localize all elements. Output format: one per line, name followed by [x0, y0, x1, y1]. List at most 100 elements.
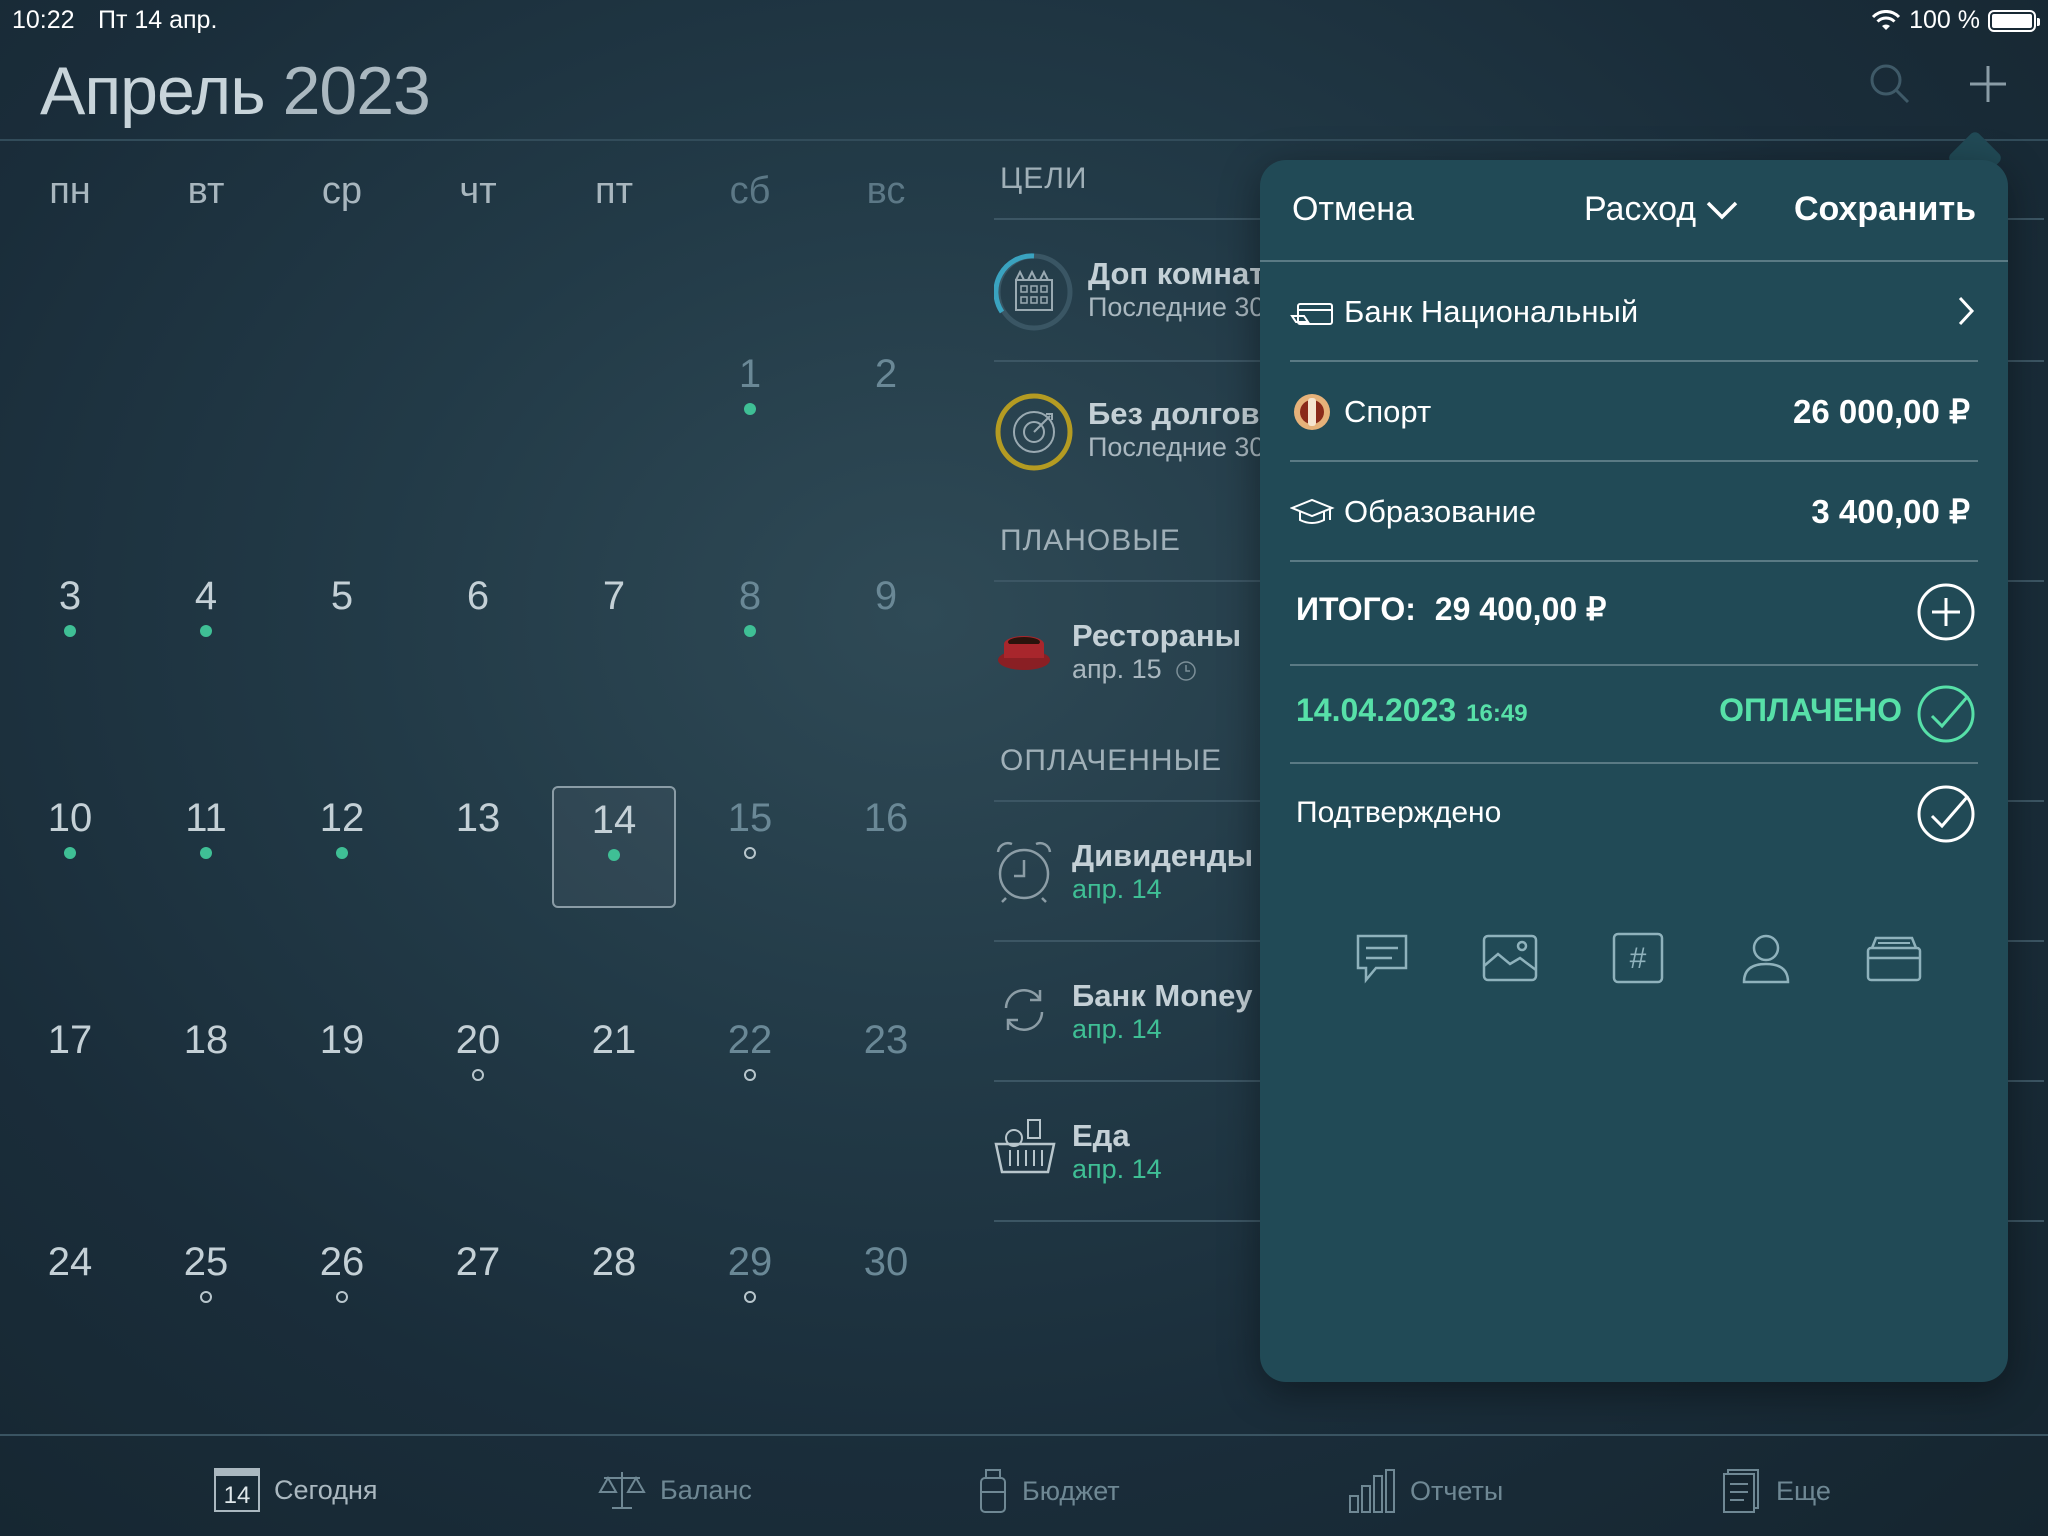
day-number: 3	[58, 574, 82, 618]
calendar-day-today[interactable]: 14	[552, 786, 676, 908]
category-row[interactable]: Образование 3 400,00 ₽	[1290, 462, 1978, 560]
calendar-day[interactable]: 16	[824, 786, 948, 908]
category-row[interactable]: Спорт 26 000,00 ₽	[1290, 362, 1978, 460]
calendar-day[interactable]: 7	[552, 564, 676, 686]
tab-label: Бюджет	[1022, 1475, 1120, 1506]
alarm-clock-icon	[996, 841, 1052, 903]
jar-icon	[980, 1469, 1006, 1513]
tab-label: Отчеты	[1410, 1475, 1504, 1506]
calendar-day[interactable]: 19	[280, 1008, 404, 1130]
tab-balance[interactable]: Баланс	[598, 1468, 752, 1512]
add-split-button[interactable]	[1916, 582, 1976, 642]
date-picker[interactable]: 14.04.2023 16:49	[1296, 692, 1528, 729]
calendar-day[interactable]: 26	[280, 1230, 404, 1352]
tab-today[interactable]: 14 Сегодня	[214, 1468, 377, 1512]
planned-dot	[200, 1291, 212, 1303]
paid-title: Дивиденды	[1072, 838, 1254, 873]
status-date: Пт 14 апр.	[98, 6, 218, 34]
calendar-day[interactable]: 24	[8, 1230, 132, 1352]
calendar-day[interactable]: 9	[824, 564, 948, 686]
person-icon[interactable]	[1736, 930, 1796, 986]
wallet-card-icon	[1290, 303, 1333, 325]
document-icon	[1723, 1469, 1759, 1513]
calendar-day[interactable]: 23	[824, 1008, 948, 1130]
search-icon[interactable]	[1868, 62, 1912, 106]
calendar-day[interactable]: 25	[144, 1230, 268, 1352]
wifi-icon	[1872, 9, 1901, 30]
paid-check-toggle[interactable]	[1916, 684, 1976, 744]
calendar-day[interactable]: 3	[8, 564, 132, 686]
month-label: Апрель	[40, 53, 266, 129]
calendar-day[interactable]: 15	[688, 786, 812, 908]
save-button[interactable]: Сохранить	[1794, 190, 1976, 229]
calendar-day[interactable]: 28	[552, 1230, 676, 1352]
cancel-button[interactable]: Отмена	[1292, 190, 1414, 229]
calendar-day[interactable]: 17	[8, 1008, 132, 1130]
planned-title: Рестораны	[1072, 618, 1242, 653]
day-number: 20	[455, 1018, 501, 1062]
day-number: 13	[455, 796, 501, 840]
calendar-day[interactable]: 4	[144, 564, 268, 686]
day-number: 28	[591, 1240, 637, 1284]
weekday-header: пн вт ср чт пт сб вс	[0, 170, 960, 220]
account-row[interactable]: Банк Национальный	[1290, 262, 1978, 360]
calendar-day[interactable]: 18	[144, 1008, 268, 1130]
account-label: Банк Национальный	[1344, 294, 1639, 329]
calendar-day[interactable]: 22	[688, 1008, 812, 1130]
tab-more[interactable]: Еще	[1722, 1468, 1831, 1514]
clock-icon	[1176, 661, 1196, 681]
calendar-day[interactable]: 27	[416, 1230, 540, 1352]
tab-budget[interactable]: Бюджет	[978, 1468, 1120, 1514]
paid-subtitle: апр. 14	[1072, 874, 1162, 904]
calendar-day[interactable]: 29	[688, 1230, 812, 1352]
calendar-day[interactable]: 12	[280, 786, 404, 908]
battery-icon	[1988, 9, 2040, 32]
calendar-day[interactable]: 10	[8, 786, 132, 908]
calendar-day[interactable]: 13	[416, 786, 540, 908]
weekday-tue: вт	[187, 170, 225, 212]
chevron-down-icon	[1706, 201, 1738, 219]
popover-toolbar: Отмена Расход Сохранить	[1292, 190, 1976, 250]
transaction-type-label: Расход	[1584, 190, 1697, 228]
transaction-type-dropdown[interactable]: Расход	[1584, 190, 1738, 229]
day-number: 7	[602, 574, 626, 618]
target-icon	[995, 393, 1073, 471]
day-number: 27	[455, 1240, 501, 1284]
day-number: 6	[466, 574, 490, 618]
calendar-day[interactable]: 11	[144, 786, 268, 908]
calendar-day[interactable]: 1	[688, 342, 812, 464]
calendar-day[interactable]: 2	[824, 342, 948, 464]
battery-percent: 100 %	[1909, 6, 1980, 34]
attachment-toolbar: #	[1260, 930, 2008, 990]
category-label: Спорт	[1344, 394, 1432, 429]
tab-reports[interactable]: Отчеты	[1348, 1468, 1503, 1514]
calendar-day[interactable]: 6	[416, 564, 540, 686]
planned-dot	[744, 847, 756, 859]
day-number: 24	[47, 1240, 93, 1284]
calendar-day[interactable]: 20	[416, 1008, 540, 1130]
paid-subtitle: апр. 14	[1072, 1154, 1162, 1184]
total-row: ИТОГО: 29 400,00 ₽	[1296, 590, 1606, 628]
calendar-day[interactable]: 30	[824, 1230, 948, 1352]
header-actions	[1868, 62, 2008, 106]
section-goals: ЦЕЛИ	[1000, 162, 1088, 195]
planned-subtitle: апр. 15	[1072, 654, 1197, 685]
plus-icon[interactable]	[1968, 64, 2008, 104]
svg-text:#: #	[1630, 942, 1647, 975]
scales-icon	[598, 1472, 646, 1509]
hashtag-icon[interactable]: #	[1608, 930, 1668, 986]
comment-icon[interactable]	[1352, 930, 1412, 986]
weekday-sun: вс	[866, 170, 906, 212]
day-number: 19	[319, 1018, 365, 1062]
calendar-day[interactable]: 8	[688, 564, 812, 686]
card-stack-icon[interactable]	[1864, 930, 1924, 986]
confirmed-check-toggle[interactable]	[1916, 784, 1976, 844]
status-right: 100 %	[1871, 6, 2040, 35]
planned-dot	[744, 1291, 756, 1303]
goal-title: Доп комнат	[1088, 256, 1265, 291]
event-dot	[200, 625, 212, 637]
calendar-day[interactable]: 21	[552, 1008, 676, 1130]
calendar-day[interactable]: 5	[280, 564, 404, 686]
day-number: 10	[47, 796, 93, 840]
image-icon[interactable]	[1480, 930, 1540, 986]
